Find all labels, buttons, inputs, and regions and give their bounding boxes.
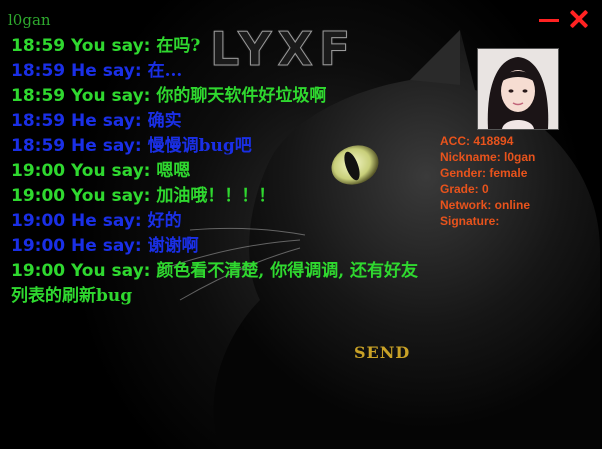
message-speaker: You say: [71, 36, 151, 56]
profile-gender: Gender: female [440, 166, 528, 180]
chat-message: 18:59 He say: 在... [11, 59, 431, 84]
chat-message: 19:00 He say: 谢谢啊 [11, 234, 431, 259]
chat-message: 18:59 He say: 慢慢调bug吧 [11, 134, 431, 159]
minimize-icon[interactable] [536, 6, 562, 32]
chat-message: 19:00 You say: 颜色看不清楚, 你得调调, 还有好友列表的刷新bu… [11, 259, 421, 309]
chat-message: 19:00 You say: 加油哦！！！！ [11, 184, 431, 209]
message-speaker: He say: [71, 61, 142, 81]
chat-message: 18:59 You say: 你的聊天软件好垃圾啊 [11, 84, 431, 109]
chat-message: 18:59 You say: 在吗? [11, 34, 431, 59]
chat-message: 19:00 He say: 好的 [11, 209, 431, 234]
avatar-portrait-image [478, 49, 558, 129]
message-time: 19:00 [11, 236, 66, 256]
message-time: 19:00 [11, 186, 66, 206]
message-time: 18:59 [11, 86, 66, 106]
close-icon[interactable] [566, 6, 592, 32]
message-time: 18:59 [11, 136, 66, 156]
message-time: 19:00 [11, 211, 66, 231]
message-speaker: He say: [71, 236, 142, 256]
profile-acc: ACC: 418894 [440, 134, 514, 148]
message-text: 你的聊天软件好垃圾啊 [156, 86, 327, 106]
chat-history: 18:59 You say: 在吗? 18:59 He say: 在... 18… [11, 34, 431, 309]
chat-window: l0gan LYXF 18:59 You say: 在吗? 18:59 He s… [0, 0, 602, 449]
message-speaker: He say: [71, 211, 142, 231]
message-speaker: You say: [71, 161, 151, 181]
message-speaker: You say: [71, 86, 151, 106]
send-button[interactable]: SEND [354, 343, 410, 362]
message-text: 加油哦！！！！ [156, 186, 276, 206]
profile-nickname: Nickname: l0gan [440, 150, 536, 164]
window-title: l0gan [8, 11, 51, 29]
profile-network: Network: online [440, 198, 531, 212]
message-text: 谢谢啊 [147, 236, 199, 256]
avatar[interactable] [477, 48, 559, 130]
message-time: 18:59 [11, 111, 66, 131]
profile-panel: ACC: 418894 Nickname: l0gan Gender: fema… [440, 133, 535, 229]
message-time: 19:00 [11, 161, 66, 181]
message-speaker: You say: [71, 186, 151, 206]
chat-message: 18:59 He say: 确实 [11, 109, 431, 134]
message-speaker: He say: [71, 111, 142, 131]
message-text: 慢慢调bug吧 [147, 136, 252, 156]
chat-message: 19:00 You say: 嗯嗯 [11, 159, 431, 184]
message-text: 在... [147, 61, 183, 81]
message-time: 19:00 [11, 261, 66, 281]
profile-signature: Signature: [440, 214, 500, 228]
message-text: 在吗? [156, 36, 201, 56]
message-text: 好的 [147, 211, 182, 231]
message-speaker: He say: [71, 136, 142, 156]
message-text: 嗯嗯 [156, 161, 191, 181]
message-time: 18:59 [11, 36, 66, 56]
message-speaker: You say: [71, 261, 151, 281]
profile-grade: Grade: 0 [440, 182, 489, 196]
message-time: 18:59 [11, 61, 66, 81]
message-text: 确实 [147, 111, 182, 131]
